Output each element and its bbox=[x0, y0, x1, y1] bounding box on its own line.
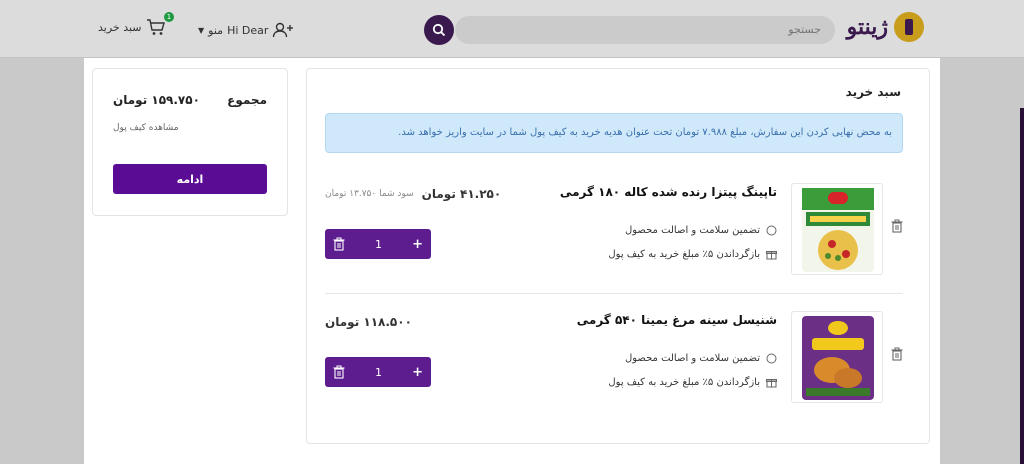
site-header: ژینتو ▼ منو Hi Dear سبد خرید 1 bbox=[0, 0, 1024, 58]
quantity-value: 1 bbox=[375, 237, 383, 251]
shopping-cart-icon bbox=[146, 19, 165, 35]
increase-quantity-button[interactable]: + bbox=[412, 237, 423, 252]
cashback-notice: به محض نهایی کردن این سفارش، مبلغ ۷.۹۸۸ … bbox=[325, 113, 903, 153]
quantity-value: 1 bbox=[375, 365, 383, 379]
price-group: ۴۱.۲۵۰ تومان سود شما ۱۳.۷۵۰ تومان bbox=[325, 187, 501, 201]
header-cart[interactable]: سبد خرید 1 bbox=[98, 12, 174, 36]
product-image-pizza-topping[interactable] bbox=[791, 183, 883, 275]
decrease-trash-icon[interactable] bbox=[333, 237, 345, 251]
feature-guarantee-label: تضمین سلامت و اصالت محصول bbox=[624, 225, 760, 236]
feature-cashback-label: بازگرداندن ۵٪ مبلغ خرید به کیف پول bbox=[608, 377, 760, 388]
product-image-chicken-schnitzel[interactable] bbox=[791, 311, 883, 403]
continue-button[interactable]: ادامه bbox=[113, 164, 267, 194]
feature-guarantee: تضمین سلامت و اصالت محصول bbox=[625, 353, 777, 364]
cart-panel: سبد خرید به محض نهایی کردن این سفارش، مب… bbox=[306, 68, 930, 444]
search-icon bbox=[432, 23, 446, 37]
user-greeting: Hi Dear bbox=[227, 23, 269, 37]
logo-mark-icon bbox=[894, 12, 924, 42]
pizza-topping-package-image bbox=[802, 188, 874, 272]
site-logo[interactable]: ژینتو bbox=[847, 12, 924, 42]
gift-icon bbox=[766, 251, 777, 260]
quantity-stepper: 1 + bbox=[325, 229, 431, 259]
gift-icon bbox=[766, 379, 777, 388]
search-input[interactable] bbox=[455, 16, 835, 44]
item-price: ۱۱۸.۵۰۰ تومان bbox=[325, 315, 412, 329]
menu-label: منو bbox=[208, 23, 224, 37]
user-menu[interactable]: ▼ منو Hi Dear bbox=[198, 22, 294, 38]
logo-text: ژینتو bbox=[846, 14, 888, 40]
item-savings: سود شما ۱۳.۷۵۰ تومان bbox=[325, 189, 414, 199]
product-name[interactable]: تاپینگ پیتزا رنده شده کاله ۱۸۰ گرمی bbox=[560, 185, 777, 199]
product-name[interactable]: شنیسل سینه مرغ یمینا ۵۴۰ گرمی bbox=[577, 313, 777, 327]
add-user-icon bbox=[273, 22, 294, 38]
shield-check-icon bbox=[766, 225, 777, 236]
price-group: ۱۱۸.۵۰۰ تومان bbox=[325, 315, 412, 329]
feature-cashback: بازگرداندن ۵٪ مبلغ خرید به کیف پول bbox=[608, 249, 777, 260]
cart-item: تاپینگ پیتزا رنده شده کاله ۱۸۰ گرمی تضمی… bbox=[325, 181, 903, 281]
dropdown-caret-icon: ▼ bbox=[198, 25, 205, 35]
item-divider bbox=[325, 293, 903, 294]
feature-guarantee-label: تضمین سلامت و اصالت محصول bbox=[624, 353, 760, 364]
quantity-stepper: 1 + bbox=[325, 357, 431, 387]
cart-label: سبد خرید bbox=[98, 20, 142, 34]
feature-cashback: بازگرداندن ۵٪ مبلغ خرید به کیف پول bbox=[608, 377, 777, 388]
cart-title: سبد خرید bbox=[845, 85, 901, 99]
remove-item-icon[interactable] bbox=[891, 219, 903, 233]
total-label: مجموع bbox=[227, 93, 267, 107]
shield-check-icon bbox=[766, 353, 777, 364]
scrollbar[interactable] bbox=[1020, 108, 1024, 464]
feature-cashback-label: بازگرداندن ۵٪ مبلغ خرید به کیف پول bbox=[608, 249, 760, 260]
order-summary-panel: مجموع ۱۵۹.۷۵۰ تومان مشاهده کیف پول ادامه bbox=[92, 68, 288, 216]
item-price: ۴۱.۲۵۰ تومان bbox=[421, 187, 502, 201]
cart-item: شنیسل سینه مرغ یمینا ۵۴۰ گرمی تضمین سلام… bbox=[325, 309, 903, 409]
feature-guarantee: تضمین سلامت و اصالت محصول bbox=[625, 225, 777, 236]
remove-item-icon[interactable] bbox=[891, 347, 903, 361]
cart-count-badge: 1 bbox=[164, 12, 174, 22]
chicken-schnitzel-package-image bbox=[802, 316, 874, 400]
increase-quantity-button[interactable]: + bbox=[412, 365, 423, 380]
total-value: ۱۵۹.۷۵۰ تومان bbox=[113, 93, 200, 107]
decrease-trash-icon[interactable] bbox=[333, 365, 345, 379]
search-button[interactable] bbox=[424, 15, 454, 45]
wallet-link[interactable]: مشاهده کیف پول bbox=[113, 123, 179, 133]
